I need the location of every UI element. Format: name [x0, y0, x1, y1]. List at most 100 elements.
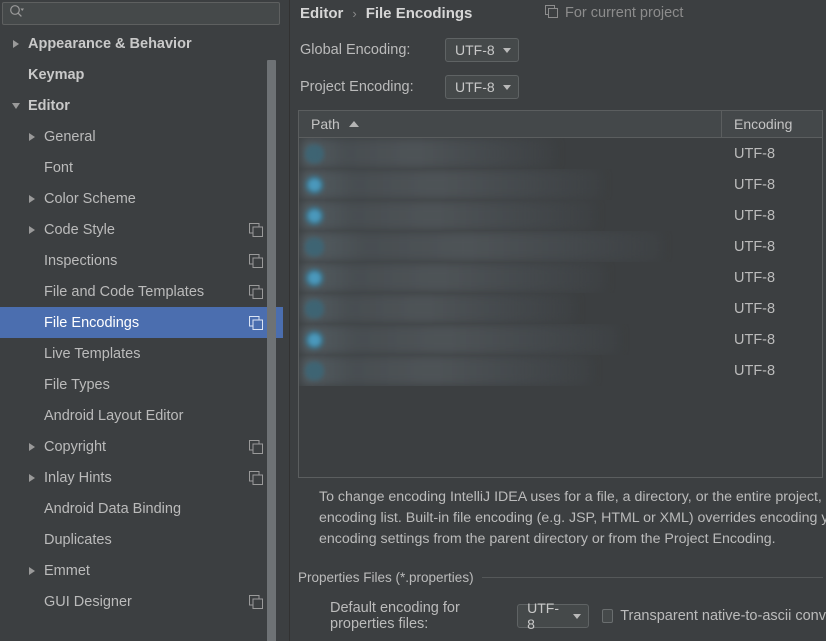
table-header-row: Path Encoding: [299, 111, 822, 138]
table-cell-path[interactable]: [299, 355, 722, 386]
sidebar-item-file-and-code-templates[interactable]: File and Code Templates: [0, 276, 283, 307]
chevron-right-icon[interactable]: [24, 191, 40, 207]
chevron-right-icon[interactable]: [24, 563, 40, 579]
sidebar-item-general[interactable]: General: [0, 121, 283, 152]
table-row[interactable]: UTF-8: [299, 355, 822, 386]
sidebar-item-color-scheme[interactable]: Color Scheme: [0, 183, 283, 214]
search-container: [0, 0, 283, 27]
redacted-path-value: [301, 293, 575, 324]
copy-icon: [249, 439, 263, 454]
circle-icon: [305, 175, 324, 194]
chevron-right-icon[interactable]: [8, 36, 24, 52]
table-row[interactable]: UTF-8: [299, 200, 822, 231]
table-cell-encoding[interactable]: UTF-8: [722, 301, 822, 317]
sidebar-item-duplicates[interactable]: Duplicates: [0, 524, 283, 555]
group-divider: [481, 577, 823, 578]
sidebar-item-file-encodings[interactable]: File Encodings: [0, 307, 283, 338]
sidebar-item-label: Live Templates: [44, 345, 141, 362]
blob-icon: [305, 144, 324, 163]
table-cell-path[interactable]: [299, 169, 722, 200]
column-header-path[interactable]: Path: [299, 111, 722, 137]
table-cell-encoding[interactable]: UTF-8: [722, 208, 822, 224]
copy-icon: [545, 4, 558, 22]
sidebar-item-label: Code Style: [44, 221, 115, 238]
table-cell-path[interactable]: [299, 200, 722, 231]
settings-tree[interactable]: Appearance & Behavior Keymap Editor General…: [0, 28, 283, 641]
sidebar-item-label: File and Code Templates: [44, 283, 205, 300]
sidebar-scrollbar-thumb[interactable]: [267, 60, 276, 641]
sidebar-item-label: Android Data Binding: [44, 500, 182, 517]
table-row[interactable]: UTF-8: [299, 262, 822, 293]
redacted-path-value: [301, 355, 591, 386]
chevron-down-icon[interactable]: [8, 98, 24, 114]
sidebar-item-android-layout-editor[interactable]: Android Layout Editor: [0, 400, 283, 431]
chevron-right-icon[interactable]: [24, 470, 40, 486]
sort-ascending-icon: [348, 121, 359, 127]
global-encoding-select[interactable]: UTF-8: [445, 38, 519, 62]
copy-icon: [249, 315, 263, 330]
project-encoding-select[interactable]: UTF-8: [445, 75, 519, 99]
chevron-down-icon: [502, 47, 511, 53]
description-line-3: encoding settings from the parent direct…: [319, 531, 776, 547]
description-text: To change encoding IntelliJ IDEA uses fo…: [319, 487, 826, 550]
encodings-table[interactable]: Path Encoding UTF-8 UTF-8 UTF-8 UTF-8 UTF-8 U…: [298, 110, 823, 478]
table-row[interactable]: UTF-8: [299, 169, 822, 200]
sidebar-item-label: Duplicates: [44, 531, 112, 548]
sidebar-item-label: General: [44, 128, 96, 145]
transparent-native-to-ascii-label: Transparent native-to-ascii conv: [620, 608, 826, 624]
sidebar-item-inlay-hints[interactable]: Inlay Hints: [0, 462, 283, 493]
sidebar-item-label: Inlay Hints: [44, 469, 112, 486]
sidebar-item-appearance-behavior[interactable]: Appearance & Behavior: [0, 28, 283, 59]
table-cell-encoding[interactable]: UTF-8: [722, 332, 822, 348]
table-cell-path[interactable]: [299, 231, 722, 262]
blob-icon: [305, 237, 324, 256]
chevron-right-icon[interactable]: [24, 129, 40, 145]
table-row[interactable]: UTF-8: [299, 231, 822, 262]
settings-sidebar: Appearance & Behavior Keymap Editor General…: [0, 0, 290, 641]
default-properties-encoding-select[interactable]: UTF-8: [517, 600, 590, 632]
transparent-native-to-ascii-checkbox[interactable]: [602, 609, 614, 623]
chevron-right-icon[interactable]: [24, 222, 40, 238]
breadcrumb-parent[interactable]: Editor: [300, 5, 343, 22]
sidebar-item-gui-designer[interactable]: GUI Designer: [0, 586, 283, 617]
table-cell-path[interactable]: [299, 138, 722, 169]
sidebar-item-code-style[interactable]: Code Style: [0, 214, 283, 245]
copy-icon: [249, 594, 263, 609]
sidebar-item-copyright[interactable]: Copyright: [0, 431, 283, 462]
sidebar-item-font[interactable]: Font: [0, 152, 283, 183]
sidebar-scrollbar-track[interactable]: [267, 28, 283, 641]
table-cell-encoding[interactable]: UTF-8: [722, 146, 822, 162]
table-cell-encoding[interactable]: UTF-8: [722, 177, 822, 193]
column-header-encoding[interactable]: Encoding: [722, 111, 822, 137]
sidebar-item-keymap[interactable]: Keymap: [0, 59, 283, 90]
table-cell-encoding[interactable]: UTF-8: [722, 239, 822, 255]
table-cell-encoding[interactable]: UTF-8: [722, 363, 822, 379]
sidebar-item-label: Inspections: [44, 252, 118, 269]
sidebar-item-android-data-binding[interactable]: Android Data Binding: [0, 493, 283, 524]
sidebar-item-inspections[interactable]: Inspections: [0, 245, 283, 276]
circle-icon: [305, 206, 324, 225]
table-row[interactable]: UTF-8: [299, 293, 822, 324]
project-encoding-label: Project Encoding:: [300, 79, 414, 95]
sidebar-item-live-templates[interactable]: Live Templates: [0, 338, 283, 369]
circle-icon: [305, 268, 324, 287]
redacted-path-value: [301, 200, 595, 231]
default-properties-encoding-row: Default encoding for properties files: U…: [330, 600, 826, 632]
table-cell-encoding[interactable]: UTF-8: [722, 270, 822, 286]
sidebar-item-file-types[interactable]: File Types: [0, 369, 283, 400]
sidebar-item-editor[interactable]: Editor: [0, 90, 283, 121]
table-cell-path[interactable]: [299, 324, 722, 355]
table-row[interactable]: UTF-8: [299, 324, 822, 355]
chevron-right-icon[interactable]: [24, 439, 40, 455]
sidebar-item-emmet[interactable]: Emmet: [0, 555, 283, 586]
search-input[interactable]: [24, 6, 279, 21]
search-box[interactable]: [2, 2, 280, 25]
redacted-path-value: [301, 262, 605, 293]
settings-content-panel: Editor › File Encodings For current proj…: [290, 0, 826, 641]
table-cell-path[interactable]: [299, 262, 722, 293]
table-cell-path[interactable]: [299, 293, 722, 324]
table-row[interactable]: UTF-8: [299, 138, 822, 169]
redacted-path-value: [301, 138, 555, 169]
global-encoding-row: Global Encoding: UTF-8: [300, 38, 519, 62]
global-encoding-value: UTF-8: [455, 42, 495, 58]
